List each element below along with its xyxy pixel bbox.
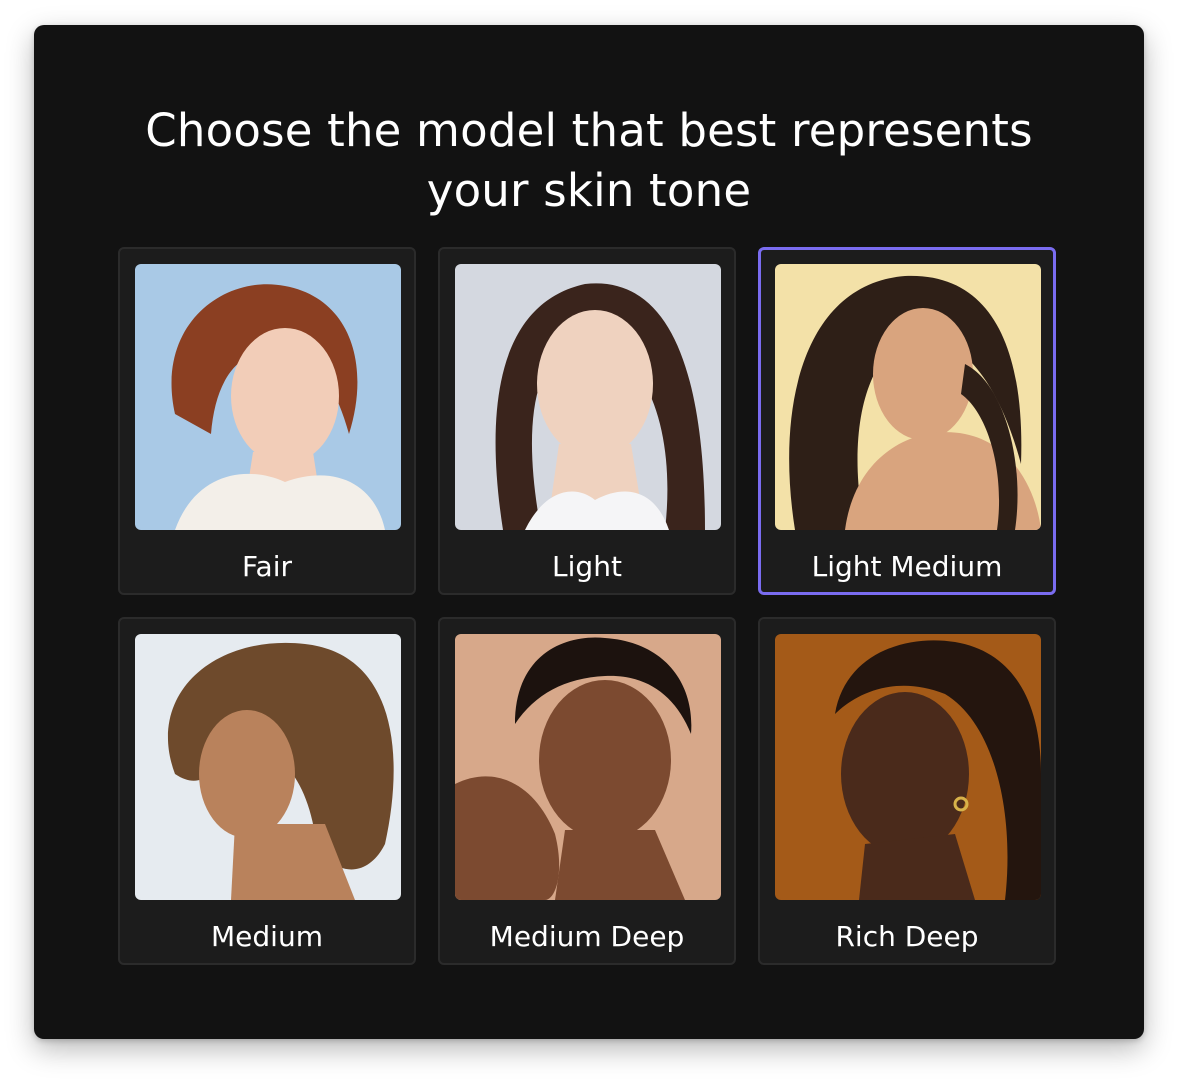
portrait-image (775, 264, 1041, 530)
option-card-light-medium[interactable]: Light Medium (758, 247, 1056, 595)
portrait-image (135, 264, 401, 530)
model-photo-light-medium (775, 264, 1041, 530)
option-card-fair[interactable]: Fair (118, 247, 416, 595)
portrait-image (455, 634, 721, 900)
model-photo-fair (135, 264, 401, 530)
title-line-1: Choose the model that best represents (145, 104, 1033, 157)
option-label: Medium (211, 920, 323, 953)
option-label: Light (552, 550, 622, 583)
option-card-rich-deep[interactable]: Rich Deep (758, 617, 1056, 965)
model-photo-rich-deep (775, 634, 1041, 900)
option-card-medium[interactable]: Medium (118, 617, 416, 965)
portrait-image (455, 264, 721, 530)
title-line-2: your skin tone (426, 164, 752, 217)
option-label: Medium Deep (489, 920, 685, 953)
option-label: Light Medium (811, 550, 1003, 583)
option-label: Rich Deep (835, 920, 979, 953)
skin-tone-panel: Choose the model that best represents yo… (34, 25, 1144, 1039)
portrait-image (775, 634, 1041, 900)
option-card-light[interactable]: Light (438, 247, 736, 595)
model-photo-light (455, 264, 721, 530)
model-photo-medium-deep (455, 634, 721, 900)
portrait-image (135, 634, 401, 900)
option-card-medium-deep[interactable]: Medium Deep (438, 617, 736, 965)
page-title: Choose the model that best represents yo… (34, 101, 1144, 221)
option-label: Fair (242, 550, 292, 583)
model-photo-medium (135, 634, 401, 900)
